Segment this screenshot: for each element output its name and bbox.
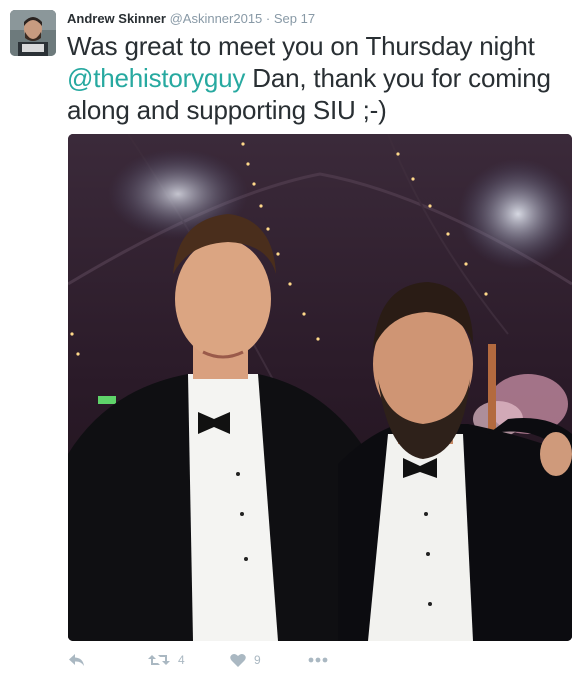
more-button[interactable] — [308, 648, 328, 672]
like-count: 9 — [254, 653, 261, 667]
separator-dot: · — [265, 11, 271, 26]
retweet-button[interactable]: 4 — [148, 648, 185, 672]
retweet-icon — [148, 652, 170, 668]
tweet-timestamp[interactable]: Sep 17 — [274, 11, 315, 26]
author-handle[interactable]: @Askinner2015 — [170, 11, 263, 26]
reply-icon — [68, 652, 86, 668]
like-button[interactable]: 9 — [230, 648, 261, 672]
retweet-count: 4 — [178, 653, 185, 667]
tweet-header: Andrew Skinner @Askinner2015 · Sep 17 — [67, 11, 315, 27]
avatar-image — [10, 10, 56, 56]
more-icon — [308, 657, 328, 663]
tweet-text-start: Was great to meet you on Thursday night — [67, 31, 535, 61]
mention-link[interactable]: @thehistoryguy — [67, 63, 245, 93]
author-name[interactable]: Andrew Skinner — [67, 11, 166, 26]
heart-icon — [230, 653, 246, 668]
tweet-text: Was great to meet you on Thursday night … — [67, 30, 572, 126]
avatar[interactable] — [10, 10, 56, 56]
reply-button[interactable] — [68, 648, 86, 672]
tweet-actions: 4 9 — [68, 648, 368, 672]
tweet-photo[interactable] — [68, 134, 572, 641]
photo-image — [68, 134, 572, 641]
